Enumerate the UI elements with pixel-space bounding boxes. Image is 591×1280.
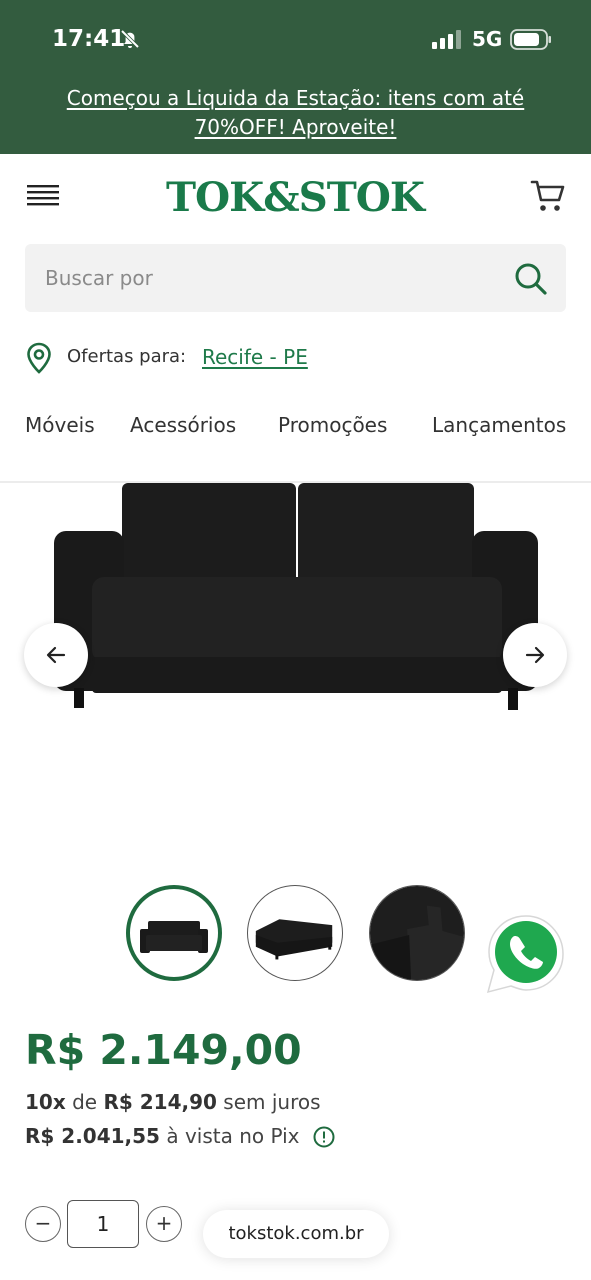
search-input[interactable] [25,244,495,312]
sofa-front-thumbnail [140,921,208,953]
search-bar[interactable] [25,244,566,312]
nav-item-lancamentos[interactable]: Lançamentos [432,413,566,437]
installment-info: 10x de R$ 214,90 sem juros [25,1090,321,1114]
pix-value: R$ 2.041,55 [25,1124,160,1148]
installment-count: 10x [25,1090,66,1114]
pix-price-info: R$ 2.041,55 à vista no Pix [25,1124,300,1148]
menu-icon[interactable] [27,184,59,208]
tokstok-logo[interactable]: TOK&STOK [160,167,430,225]
arrow-left-icon [46,646,66,664]
status-time: 17:41 [52,26,126,52]
nav-item-promocoes[interactable]: Promoções [278,413,387,437]
cart-icon[interactable] [530,178,566,214]
info-icon[interactable] [313,1126,335,1148]
search-icon[interactable] [514,262,548,296]
network-type: 5G [472,27,503,51]
whatsapp-icon[interactable] [484,912,568,996]
offers-label: Ofertas para: [67,346,187,367]
promo-banner[interactable]: Começou a Liquida da Estação: itens com … [0,72,591,154]
product-image-sofa [54,483,538,710]
installment-suffix: sem juros [223,1090,321,1114]
product-gallery[interactable] [0,483,591,873]
category-nav: Móveis Acessórios Promoções Lançamentos [0,405,591,445]
gallery-next-button[interactable] [503,623,567,687]
thumbnail-1[interactable] [126,885,222,981]
pix-suffix: à vista no Pix [166,1124,300,1148]
location-pin-icon [27,342,51,374]
thumbnail-2[interactable] [247,885,343,981]
signal-icon [432,30,461,49]
promo-banner-link[interactable]: Começou a Liquida da Estação: itens com … [20,84,571,142]
installment-value: R$ 214,90 [103,1090,217,1114]
browser-url-bar[interactable]: tokstok.com.br [203,1210,389,1258]
gallery-prev-button[interactable] [24,623,88,687]
sofa-angle-thumbnail [255,919,333,960]
status-bar: 17:41 5G [0,0,591,72]
svg-text:TOK&STOK: TOK&STOK [166,174,426,221]
location-city-link[interactable]: Recife - PE [202,345,308,369]
battery-icon [510,29,551,50]
installment-of: de [72,1090,98,1114]
quantity-decrease-button[interactable]: − [25,1206,61,1242]
bell-off-icon [120,29,140,49]
quantity-input[interactable]: 1 [67,1200,139,1248]
thumbnail-3[interactable] [369,885,465,981]
nav-item-acessorios[interactable]: Acessórios [130,413,236,437]
product-price: R$ 2.149,00 [25,1026,302,1074]
nav-item-moveis[interactable]: Móveis [25,413,95,437]
arrow-right-icon [525,646,545,664]
sofa-closeup-thumbnail [370,886,464,980]
quantity-increase-button[interactable]: + [146,1206,182,1242]
